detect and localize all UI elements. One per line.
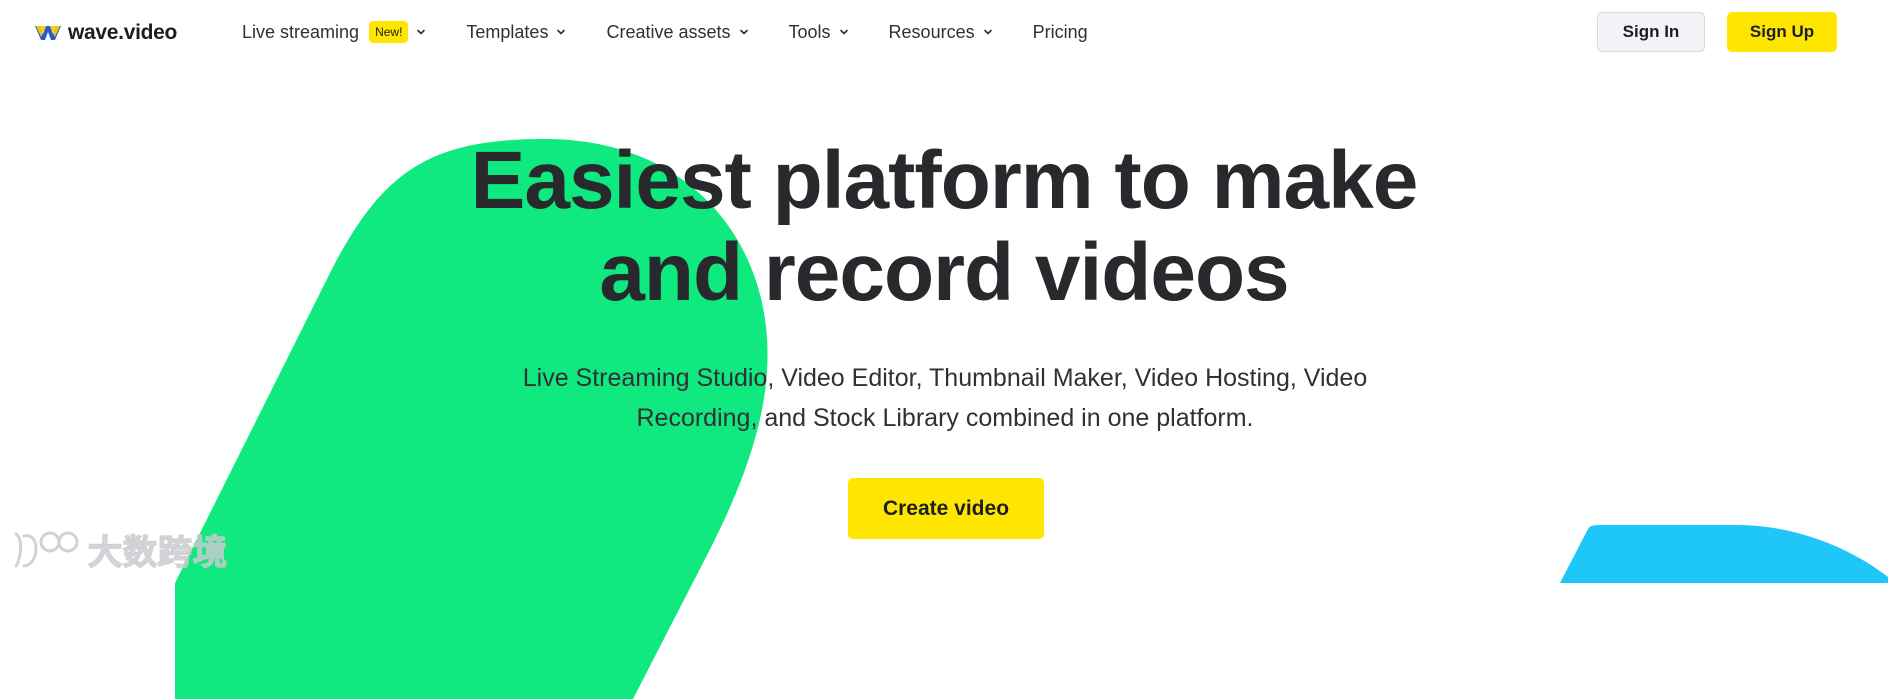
chevron-down-icon [739,29,748,35]
watermark-text: 大数跨境 [87,532,228,574]
nav-item-label: Tools [788,21,831,42]
brand-logo[interactable]: wave.video [34,20,177,46]
new-badge: New! [369,21,409,43]
watermark-logo-icon [14,531,79,568]
hero-subtitle-line-1: Live Streaming Studio, Video Editor, Thu… [522,364,1368,392]
brand-name: wave.video [68,21,178,44]
sign-in-button[interactable]: Sign In [1597,12,1705,52]
nav-item-creative-assets[interactable]: Creative assets [606,22,748,43]
nav-item-label: Templates [466,21,549,42]
blue-decorative-shape [1560,525,1888,583]
nav-item-label: Pricing [1032,21,1088,42]
chevron-down-icon [839,29,848,35]
watermark: 大数跨境 [10,524,228,574]
nav-item-resources[interactable]: Resources [889,22,993,43]
hero-title-line-1: Easiest platform to make [470,135,1419,226]
main-nav: Live streaming New! Templates Creative a… [242,18,1088,46]
nav-item-templates[interactable]: Templates [466,22,566,43]
nav-item-label: Creative assets [606,21,731,42]
nav-item-live-streaming[interactable]: Live streaming New! [242,21,426,43]
hero-title: Easiest platform to make and record vide… [344,135,1544,319]
hero-subtitle: Live Streaming Studio, Video Editor, Thu… [470,358,1420,438]
sign-up-button[interactable]: Sign Up [1727,12,1837,52]
nav-item-pricing[interactable]: Pricing [1033,22,1088,43]
chevron-down-icon [983,29,992,35]
site-header: wave.video Live streaming New! Templates… [0,0,1888,64]
create-video-button[interactable]: Create video [848,478,1044,539]
chevron-down-icon [557,29,566,35]
hero-subtitle-line-2: Recording, and Stock Library combined in… [636,404,1254,432]
nav-item-label: Live streaming [242,21,360,42]
hero-title-line-2: and record videos [599,227,1289,318]
nav-item-tools[interactable]: Tools [789,22,849,43]
nav-item-label: Resources [888,21,975,42]
chevron-down-icon [417,29,426,35]
wave-logo-icon [35,26,61,40]
